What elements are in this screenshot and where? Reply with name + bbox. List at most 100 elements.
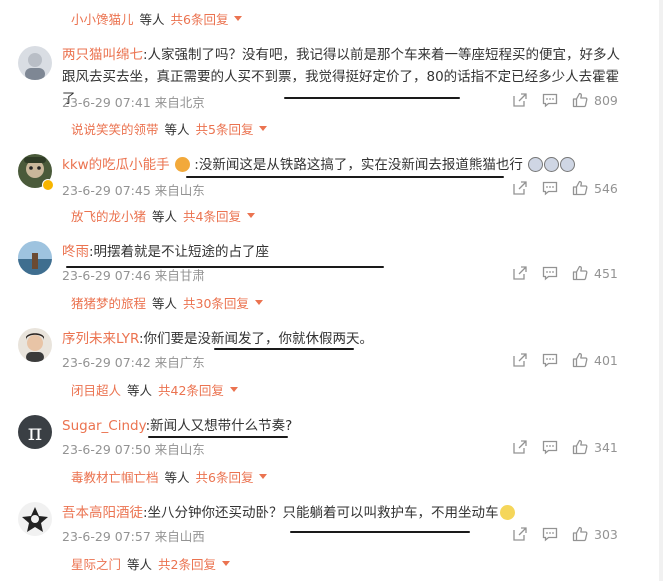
share-icon[interactable] bbox=[512, 92, 528, 108]
share-icon[interactable] bbox=[512, 526, 528, 542]
comment-icon[interactable] bbox=[542, 352, 558, 368]
reply-others-label: 等人 bbox=[164, 469, 190, 485]
svg-text:π: π bbox=[28, 421, 42, 446]
verified-badge bbox=[42, 179, 54, 191]
like-count: 546 bbox=[594, 180, 618, 196]
expand-caret-icon[interactable] bbox=[246, 212, 255, 218]
comment-username[interactable]: 咚雨 bbox=[62, 244, 89, 260]
expand-caret-icon[interactable] bbox=[234, 15, 243, 21]
comment-username[interactable]: 吾本高阳酒徒 bbox=[62, 505, 143, 521]
reply-user[interactable]: 毒教材亡帼亡档 bbox=[71, 467, 159, 486]
comment-time: 23-6-29 07:41 bbox=[62, 95, 151, 110]
comment-location: 来自广东 bbox=[154, 355, 205, 370]
scrollbar[interactable] bbox=[659, 0, 663, 581]
reply-user[interactable]: 放飞的龙小猪 bbox=[71, 206, 146, 225]
comment-meta: 23-6-29 07:57 来自山西 bbox=[62, 526, 205, 545]
like-count: 341 bbox=[594, 439, 618, 455]
like-icon[interactable] bbox=[572, 439, 588, 455]
avatar[interactable] bbox=[18, 328, 52, 362]
reply-summary[interactable]: 闭目超人 等人 共42条回复 bbox=[71, 379, 238, 399]
comment-content: :你们要是没新闻发了，你就休假两天。 bbox=[138, 331, 374, 347]
like-icon[interactable] bbox=[572, 265, 588, 281]
avatar[interactable] bbox=[18, 502, 52, 536]
reply-summary[interactable]: 毒教材亡帼亡档 等人 共6条回复 bbox=[71, 466, 268, 486]
expand-caret-icon[interactable] bbox=[229, 386, 238, 392]
expand-caret-icon[interactable] bbox=[259, 125, 268, 131]
reply-user[interactable]: 说说笑笑的领带 bbox=[71, 119, 159, 138]
comment-username[interactable]: 两只猫叫绵七 bbox=[62, 47, 143, 63]
highlight-underline bbox=[148, 436, 288, 438]
reply-summary[interactable]: 猪猪梦的旅程 等人 共30条回复 bbox=[71, 292, 263, 312]
comment-location: 来自北京 bbox=[154, 95, 205, 110]
reply-count[interactable]: 共30条回复 bbox=[183, 293, 249, 312]
reply-summary[interactable]: 说说笑笑的领带 等人 共5条回复 bbox=[71, 118, 268, 138]
highlight-underline bbox=[186, 176, 504, 178]
expand-caret-icon[interactable] bbox=[259, 473, 268, 479]
avatar[interactable] bbox=[18, 46, 52, 80]
laughing-emoji-icon bbox=[499, 505, 515, 520]
reply-summary[interactable]: 星际之门 等人 共2条回复 bbox=[71, 553, 230, 573]
avatar[interactable] bbox=[18, 241, 52, 275]
reply-count[interactable]: 共4条回复 bbox=[183, 206, 241, 225]
comment-icon[interactable] bbox=[542, 265, 558, 281]
expand-caret-icon[interactable] bbox=[254, 299, 263, 305]
reply-others-label: 等人 bbox=[127, 382, 153, 398]
comment-icon[interactable] bbox=[542, 526, 558, 542]
comment-username[interactable]: Sugar_Cindy bbox=[62, 418, 146, 434]
reply-count[interactable]: 共2条回复 bbox=[158, 554, 216, 573]
share-icon[interactable] bbox=[512, 265, 528, 281]
like-count: 401 bbox=[594, 352, 618, 368]
reply-summary[interactable]: 小小馋猫儿 等人 共6条回复 bbox=[71, 8, 243, 28]
reply-summary[interactable]: 放飞的龙小猪 等人 共4条回复 bbox=[71, 205, 255, 225]
reply-others-label: 等人 bbox=[164, 121, 190, 137]
crying-emoji-icon bbox=[560, 157, 576, 172]
comment-icon[interactable] bbox=[542, 92, 558, 108]
like-count: 809 bbox=[594, 92, 618, 108]
reply-user[interactable]: 小小馋猫儿 bbox=[71, 9, 134, 28]
comment-location: 来自山西 bbox=[154, 529, 205, 544]
comment-meta: 23-6-29 07:50 来自山东 bbox=[62, 439, 205, 458]
comment-meta: 23-6-29 07:42 来自广东 bbox=[62, 352, 205, 371]
reply-count[interactable]: 共42条回复 bbox=[158, 380, 224, 399]
comment-time: 23-6-29 07:50 bbox=[62, 442, 151, 457]
comment-time: 23-6-29 07:42 bbox=[62, 355, 151, 370]
highlight-underline bbox=[66, 266, 384, 268]
reply-user[interactable]: 闭目超人 bbox=[71, 380, 121, 399]
reply-others-label: 等人 bbox=[127, 556, 153, 572]
share-icon[interactable] bbox=[512, 439, 528, 455]
like-icon[interactable] bbox=[572, 92, 588, 108]
comment-username[interactable]: kkw的吃瓜小能手 bbox=[62, 157, 170, 173]
comment-content: :坐八分钟你还买动卧？只能躺着可以叫救护车，不用坐动车 bbox=[143, 505, 499, 521]
comment-icon[interactable] bbox=[542, 180, 558, 196]
comment-location: 来自甘肃 bbox=[154, 268, 205, 283]
avatar[interactable]: π bbox=[18, 415, 52, 449]
reply-user[interactable]: 星际之门 bbox=[71, 554, 121, 573]
reply-count[interactable]: 共5条回复 bbox=[196, 119, 254, 138]
like-count: 451 bbox=[594, 265, 618, 281]
reply-others-label: 等人 bbox=[139, 11, 165, 27]
comment-content: :新闻人又想带什么节奏? bbox=[145, 418, 293, 434]
reply-count[interactable]: 共6条回复 bbox=[196, 467, 254, 486]
highlight-underline bbox=[214, 348, 354, 350]
crying-emoji-icon bbox=[544, 157, 560, 172]
comment-icon[interactable] bbox=[542, 439, 558, 455]
comment-username[interactable]: 序列未来LYR bbox=[62, 331, 139, 347]
comment-location: 来自山东 bbox=[154, 183, 205, 198]
share-icon[interactable] bbox=[512, 352, 528, 368]
reply-user[interactable]: 猪猪梦的旅程 bbox=[71, 293, 146, 312]
comment-content: :没新闻这是从铁路这搞了，实在没新闻去报道熊猫也行 bbox=[194, 157, 523, 173]
like-icon[interactable] bbox=[572, 526, 588, 542]
expand-caret-icon[interactable] bbox=[221, 560, 230, 566]
reply-others-label: 等人 bbox=[152, 208, 178, 224]
comment-actions: 401 bbox=[512, 352, 618, 368]
crying-emoji-icon bbox=[528, 157, 544, 172]
reply-count[interactable]: 共6条回复 bbox=[171, 9, 229, 28]
comment-time: 23-6-29 07:57 bbox=[62, 529, 151, 544]
comment-meta: 23-6-29 07:45 来自山东 bbox=[62, 180, 205, 199]
like-icon[interactable] bbox=[572, 352, 588, 368]
comment-actions: 341 bbox=[512, 439, 618, 455]
like-count: 303 bbox=[594, 526, 618, 542]
share-icon[interactable] bbox=[512, 180, 528, 196]
crown-badge-icon bbox=[174, 157, 190, 172]
like-icon[interactable] bbox=[572, 180, 588, 196]
